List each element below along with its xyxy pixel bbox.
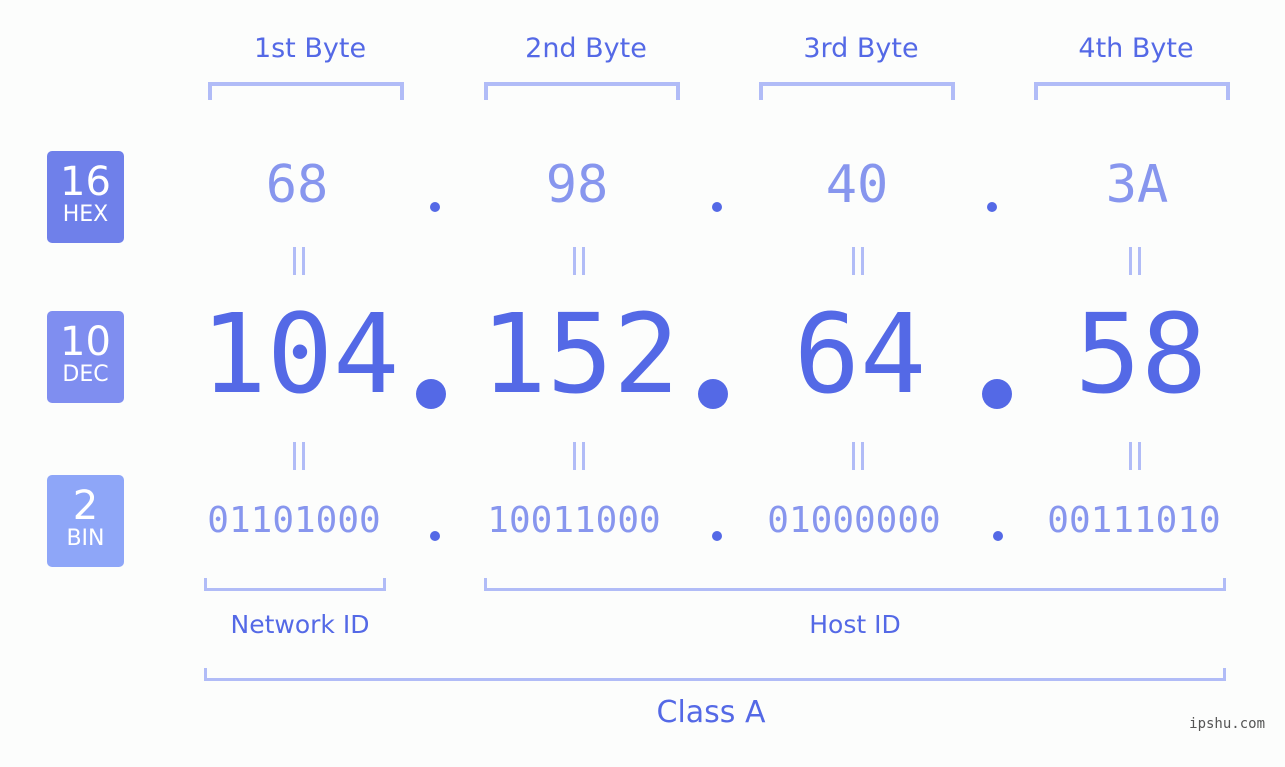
bin-badge-base: 2	[72, 483, 99, 529]
byte-label-3: 3rd Byte	[803, 33, 919, 64]
bin-dot-3	[993, 531, 1003, 541]
host-id-bracket	[484, 578, 1226, 591]
equals-icon	[849, 247, 867, 279]
hex-dot-2	[712, 202, 722, 212]
dec-byte-1: 104	[200, 290, 400, 418]
hex-badge-label: HEX	[62, 202, 109, 227]
dec-byte-4: 58	[1074, 290, 1208, 418]
hex-badge: 16 HEX	[47, 151, 124, 243]
byte-bracket-1	[208, 82, 404, 100]
hex-dot-3	[987, 202, 997, 212]
byte-bracket-3	[759, 82, 955, 100]
hex-byte-4: 3A	[1105, 155, 1169, 215]
equals-icon	[290, 442, 308, 474]
hex-byte-3: 40	[825, 155, 889, 215]
hex-badge-base: 16	[60, 159, 111, 205]
network-id-label: Network ID	[230, 610, 370, 639]
bin-dot-2	[712, 531, 722, 541]
dec-byte-3: 64	[793, 290, 927, 418]
equals-icon	[290, 247, 308, 279]
bin-byte-1: 01101000	[207, 500, 381, 541]
dec-badge-base: 10	[60, 319, 111, 365]
byte-bracket-2	[484, 82, 680, 100]
network-id-bracket	[204, 578, 386, 591]
byte-label-1: 1st Byte	[253, 33, 367, 64]
dec-dot-1	[416, 379, 446, 409]
bin-byte-2: 10011000	[487, 500, 661, 541]
byte-bracket-4	[1034, 82, 1230, 100]
class-label: Class A	[656, 695, 766, 730]
bin-badge: 2 BIN	[47, 475, 124, 567]
hex-dot-1	[430, 202, 440, 212]
dec-byte-2: 152	[480, 290, 680, 418]
dec-badge-label: DEC	[62, 362, 109, 387]
dec-dot-3	[982, 379, 1012, 409]
bin-byte-4: 00111010	[1047, 500, 1221, 541]
bin-byte-3: 01000000	[767, 500, 941, 541]
bin-badge-label: BIN	[66, 526, 105, 551]
watermark: ipshu.com	[1189, 716, 1265, 732]
byte-label-4: 4th Byte	[1078, 33, 1194, 64]
equals-icon	[849, 442, 867, 474]
equals-icon	[570, 247, 588, 279]
dec-badge: 10 DEC	[47, 311, 124, 403]
equals-icon	[570, 442, 588, 474]
host-id-label: Host ID	[809, 610, 901, 639]
class-bracket	[204, 668, 1226, 681]
bin-dot-1	[430, 531, 440, 541]
byte-label-2: 2nd Byte	[525, 33, 647, 64]
equals-icon	[1126, 247, 1144, 279]
equals-icon	[1126, 442, 1144, 474]
dec-dot-2	[698, 379, 728, 409]
hex-byte-2: 98	[545, 155, 609, 215]
hex-byte-1: 68	[265, 155, 329, 215]
